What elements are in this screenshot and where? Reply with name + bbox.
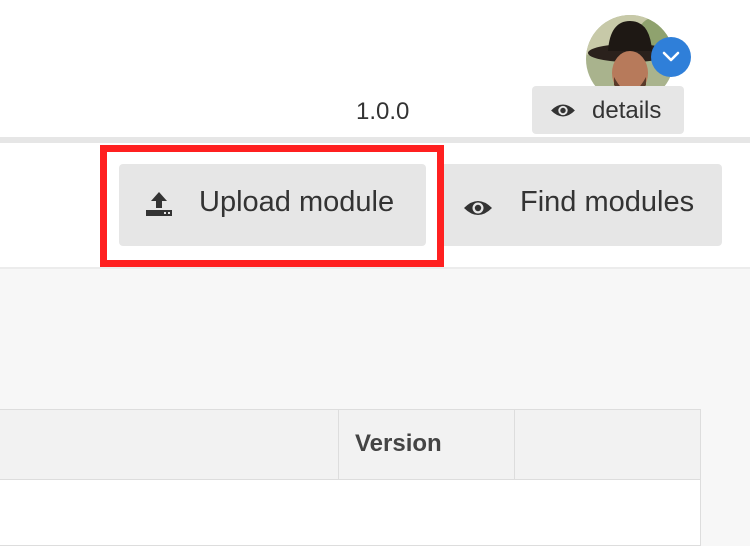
eye-icon	[463, 193, 493, 226]
find-modules-button[interactable]: Find modules	[440, 164, 722, 246]
highlight-annotation	[100, 145, 444, 267]
column-header-name	[0, 410, 339, 479]
column-header-version: Version	[339, 410, 515, 479]
chevron-down-icon	[662, 51, 680, 62]
column-header-actions	[515, 410, 700, 479]
modules-table: Version	[0, 409, 701, 546]
eye-icon	[550, 102, 576, 124]
page: Upload module Find modules Version 1.0.0…	[0, 0, 750, 546]
column-header-version-label: Version	[355, 430, 442, 457]
table-row-version: 1.0.0	[356, 98, 410, 125]
account-dropdown-button[interactable]	[651, 37, 691, 77]
find-modules-label: Find modules	[520, 186, 695, 218]
table-header: Version	[0, 410, 700, 480]
details-button[interactable]: details	[532, 86, 684, 134]
details-label: details	[592, 97, 662, 124]
